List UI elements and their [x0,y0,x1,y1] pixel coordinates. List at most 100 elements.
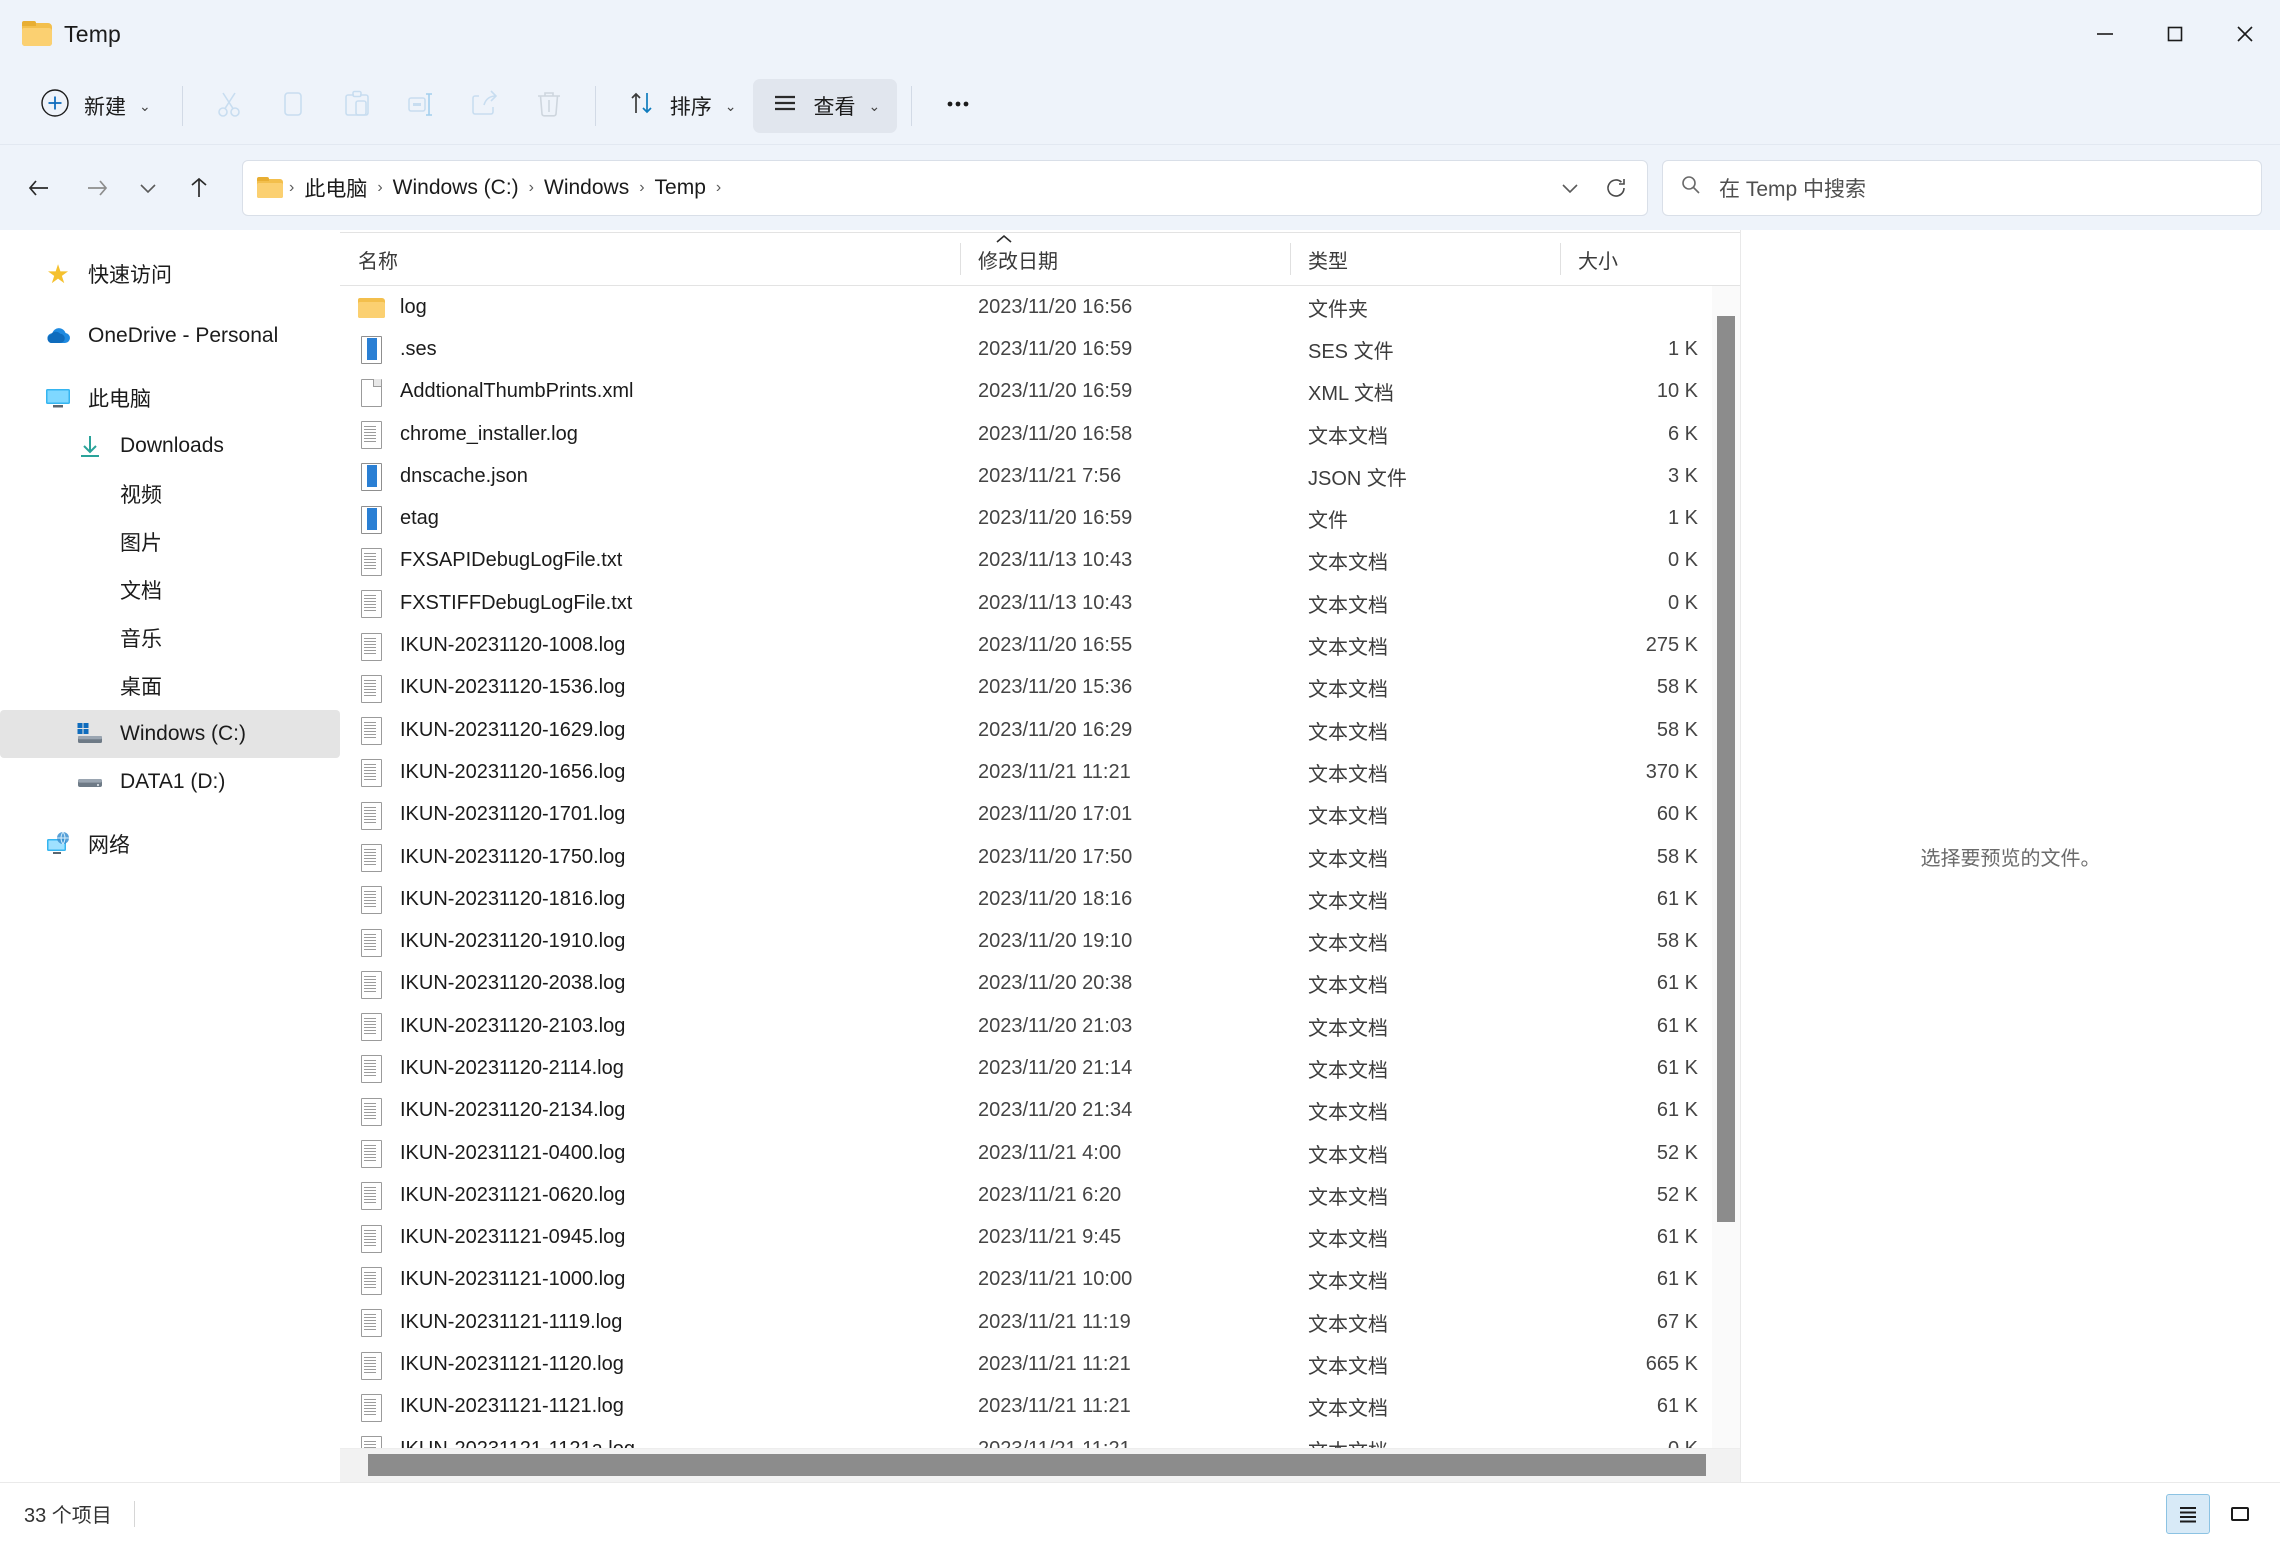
file-type-cell: 文本文档 [1308,1017,1388,1040]
column-label: 类型 [1308,250,1348,273]
file-type-cell: 文件 [1308,510,1348,533]
text-document-icon [358,1392,384,1422]
paste-button[interactable] [325,79,389,133]
file-type-cell: 文本文档 [1308,1229,1388,1252]
more-options-button[interactable] [926,79,990,133]
horizontal-scrollbar-thumb[interactable] [368,1454,1706,1476]
minimize-button[interactable] [2070,0,2140,68]
table-row[interactable]: IKUN-20231121-1000.log 2023/11/21 10:00 文本… [340,1259,1712,1301]
column-header-type[interactable]: 类型 [1290,232,1560,286]
sort-button[interactable]: 排序 ⌄ [610,79,754,133]
breadcrumb-item-windows-c[interactable]: Windows (C:) [385,172,527,204]
file-name-label: chrome_installer.log [400,422,578,445]
sidebar-item-downloads[interactable]: Downloads [0,422,340,470]
text-document-icon [358,1180,384,1211]
table-row[interactable]: IKUN-20231121-0400.log 2023/11/21 4:00 文本文… [340,1132,1712,1174]
table-row[interactable]: etag 2023/11/20 16:59 文件 1 K [340,497,1712,539]
back-button[interactable] [10,159,68,217]
file-size-cell: 52 K [1656,1183,1698,1206]
table-row[interactable]: .ses 2023/11/20 16:59 SES 文件 1 K [340,328,1712,370]
search-box[interactable]: 在 Temp 中搜索 [1662,159,2262,216]
sidebar-item-music[interactable]: 音乐 [0,614,340,662]
table-row[interactable]: IKUN-20231120-1701.log 2023/11/20 17:01 文本… [340,794,1712,836]
table-row[interactable]: IKUN-20231120-1910.log 2023/11/20 19:10 文本… [340,920,1712,962]
sidebar-item-desktop[interactable]: 桌面 [0,662,340,710]
column-header-name[interactable]: 名称 [340,232,960,286]
up-button[interactable] [170,159,228,217]
table-row[interactable]: IKUN-20231121-1121a.log 2023/11/21 11:21文… [340,1428,1712,1448]
sidebar-item-pictures[interactable]: 图片 [0,518,340,566]
column-header-size[interactable]: 大小 [1560,232,1720,286]
sidebar-item-windows-c[interactable]: Windows (C:) [0,710,340,758]
file-date-cell: 2023/11/21 10:00 [978,1268,1133,1291]
search-input[interactable]: 在 Temp 中搜索 [1719,173,1866,203]
view-button[interactable]: 查看 ⌄ [753,79,898,133]
cut-button[interactable] [197,79,261,133]
tiles-view-button[interactable] [2218,1494,2262,1534]
table-row[interactable]: chrome_installer.log 2023/11/20 16:58 文本文档… [340,413,1712,455]
table-row[interactable]: IKUN-20231120-1816.log 2023/11/20 18:16 文本… [340,878,1712,920]
delete-button[interactable] [517,79,581,133]
file-date-cell: 2023/11/20 16:56 [978,295,1133,318]
sidebar-item-network[interactable]: 网络 [0,820,340,868]
breadcrumb-item-windows[interactable]: Windows [536,172,637,204]
text-document-icon [358,419,384,450]
copy-button[interactable] [261,79,325,133]
refresh-button[interactable] [1593,164,1639,212]
close-button[interactable] [2210,0,2280,68]
table-row[interactable]: IKUN-20231121-1121.log 2023/11/21 11:21 文本… [340,1386,1712,1428]
table-row[interactable]: log 2023/11/20 16:56 文件夹 [340,286,1712,328]
table-row[interactable]: IKUN-20231120-1536.log 2023/11/20 15:36 文本… [340,667,1712,709]
sidebar-item-this-pc[interactable]: 此电脑 [0,374,340,422]
table-row[interactable]: IKUN-20231121-1120.log 2023/11/21 11:21 文本… [340,1343,1712,1385]
sort-button-label: 排序 [669,96,712,119]
vertical-scrollbar[interactable] [1712,286,1740,1448]
sidebar-item-onedrive[interactable]: OneDrive - Personal [0,312,340,360]
table-row[interactable]: IKUN-20231120-1656.log 2023/11/21 11:21 文本… [340,751,1712,793]
table-row[interactable]: IKUN-20231120-2038.log 2023/11/20 20:38 文本… [340,963,1712,1005]
table-row[interactable]: IKUN-20231120-1008.log 2023/11/20 16:55 文本… [340,624,1712,666]
table-row[interactable]: dnscache.json 2023/11/21 7:56 JSON 文件 3 K [340,455,1712,497]
breadcrumb-item-temp[interactable]: Temp [647,172,714,204]
sidebar-item-videos[interactable]: 视频 [0,470,340,518]
toolbar-divider-3 [911,86,913,126]
text-document-icon [358,1138,384,1169]
table-row[interactable]: IKUN-20231121-0945.log 2023/11/21 9:45 文本文… [340,1217,1712,1259]
file-name-cell: IKUN-20231120-2038.log [340,963,960,1005]
table-row[interactable]: IKUN-20231120-1750.log 2023/11/20 17:50 文本… [340,836,1712,878]
text-document-icon [358,1223,384,1253]
address-bar[interactable]: › 此电脑 › Windows (C:) › Windows › Temp › [242,159,1648,216]
file-size-cell: 61 K [1656,972,1698,995]
table-row[interactable]: IKUN-20231120-2114.log 2023/11/20 21:14 文本… [340,1047,1712,1089]
table-row[interactable]: IKUN-20231120-2134.log 2023/11/20 21:34 文本… [340,1090,1712,1132]
table-row[interactable]: FXSTIFFDebugLogFile.txt 2023/11/13 10:43 文… [340,582,1712,624]
vertical-scrollbar-thumb[interactable] [1717,316,1735,1223]
recent-locations-button[interactable] [126,159,170,217]
file-name-label: IKUN-20231121-0945.log [400,1226,626,1249]
rename-button[interactable] [389,79,453,133]
maximize-button[interactable] [2140,0,2210,68]
table-row[interactable]: IKUN-20231121-1119.log 2023/11/21 11:19 文本… [340,1301,1712,1343]
share-button[interactable] [453,79,517,133]
table-row[interactable]: AddtionalThumbPrints.xml 2023/11/20 16:59… [340,371,1712,413]
breadcrumb-item-this-pc[interactable]: 此电脑 [296,169,375,207]
table-row[interactable]: IKUN-20231121-0620.log 2023/11/21 6:20 文本文… [340,1174,1712,1216]
table-row[interactable]: IKUN-20231120-2103.log 2023/11/20 21:03 文本… [340,1005,1712,1047]
file-size-cell: 3 K [1667,464,1698,487]
file-name-cell: IKUN-20231121-1120.log [340,1343,960,1385]
details-view-button[interactable] [2166,1493,2210,1534]
new-button[interactable]: 新建 ⌄ [22,79,168,133]
table-row[interactable]: IKUN-20231120-1629.log 2023/11/20 16:29 文本… [340,709,1712,751]
sidebar-item-quick-access[interactable]: ★ 快速访问 [0,250,340,298]
file-date-cell: 2023/11/20 21:14 [978,1056,1133,1079]
sidebar-item-documents[interactable]: 文档 [0,566,340,614]
forward-button[interactable] [68,159,126,217]
file-name-cell: IKUN-20231121-1119.log [340,1301,960,1343]
horizontal-scrollbar[interactable] [340,1448,1740,1482]
column-header-date[interactable]: 修改日期 [960,232,1290,286]
table-row[interactable]: FXSAPIDebugLogFile.txt 2023/11/13 10:43 文本… [340,540,1712,582]
address-dropdown-button[interactable] [1547,164,1593,212]
file-date-cell: 2023/11/20 16:58 [978,422,1133,445]
file-type-cell: 文本文档 [1308,1102,1388,1125]
sidebar-item-data1-d[interactable]: DATA1 (D:) [0,758,340,806]
